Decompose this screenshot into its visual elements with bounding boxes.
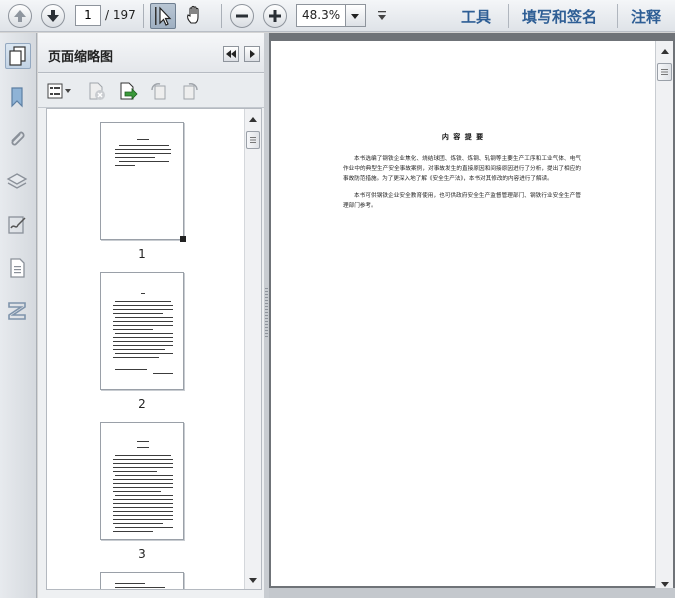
menu-separator [508,4,509,28]
page-total-label: / 197 [105,8,136,22]
panel-options-button[interactable] [244,46,260,62]
document-page[interactable]: 内 容 提 要 本书选编了钢铁企业焦化、烧结球团、炼铁、炼钢、轧钢等主要生产工序… [271,41,655,586]
navigation-pane-icons [0,33,37,598]
scrollbar-thumb[interactable] [246,131,260,149]
toolbar-separator [221,4,222,28]
delete-page-icon [89,82,105,100]
main-toolbar: 1 / 197 48.3% 工具 填写和签名 注释 [0,0,675,32]
zoom-out-icon [236,14,248,18]
arrow-down-icon [47,10,59,22]
insert-page-icon [120,82,138,100]
fill-sign-menu[interactable]: 填写和签名 [522,6,597,27]
document-paragraph: 本书可供钢铁企业安全教育使用，也可供政府安全生产监督管理部门、钢铁行业安全生产管… [343,193,581,209]
scroll-up-icon[interactable] [248,115,258,125]
bookmarks-button[interactable] [5,85,31,111]
signatures-button[interactable] [5,213,31,239]
double-chevron-left-icon [226,50,236,58]
list-options-icon [47,83,71,99]
panel-title: 页面缩略图 [48,50,114,65]
hand-tool-button[interactable] [183,3,209,29]
page-thumbnail[interactable] [100,122,184,240]
select-tool-button[interactable] [150,3,176,29]
page-thumbnail[interactable] [100,272,184,390]
collapse-panel-button[interactable] [223,46,239,62]
zoom-out-button[interactable] [230,4,254,28]
signature-icon [8,216,26,234]
insert-pages-button[interactable] [117,80,139,102]
panel-toolbar [38,74,264,108]
previous-page-button[interactable] [8,4,32,28]
chevron-right-icon [250,50,255,58]
attachments-button[interactable] [5,128,31,154]
layers-button[interactable] [5,170,31,196]
current-page-marker [180,236,186,242]
page-number-input[interactable]: 1 [75,5,101,26]
page-thumbnails-button[interactable] [5,43,31,69]
zoom-dropdown-button[interactable] [346,4,366,27]
chevron-down-icon [378,11,386,20]
rotate-left-icon [151,83,166,100]
content-icon [10,258,25,278]
chevron-down-icon [351,14,359,19]
select-cursor-icon [155,6,172,26]
hand-icon [187,5,199,24]
thumbnail-scrollbar[interactable] [244,109,261,589]
tools-menu[interactable]: 工具 [461,6,491,27]
thumbnails-panel: 页面缩略图 1 2 3 [38,33,264,598]
document-view: 内 容 提 要 本书选编了钢铁企业焦化、烧结球团、炼铁、炼钢、轧钢等主要生产工序… [269,33,675,598]
document-title: 内 容 提 要 [441,132,485,141]
bookmark-icon [11,87,23,108]
layers-icon [6,173,28,189]
thumbnail-label: 3 [138,547,146,561]
menu-separator [617,4,618,28]
delete-pages-button[interactable] [86,80,108,102]
thumbnail-options-button[interactable] [46,80,74,102]
thumbnail-label: 1 [138,247,146,261]
pages-icon [9,46,26,66]
document-scrollbar[interactable] [655,41,673,594]
content-button[interactable] [5,256,31,282]
zoom-in-icon [269,10,281,22]
next-page-button[interactable] [41,4,65,28]
page-thumbnail[interactable] [100,572,184,589]
thumbnail-list[interactable]: 1 2 3 [46,108,262,590]
rotate-right-icon [183,83,198,100]
thumbnail-label: 2 [138,397,146,411]
zoom-in-button[interactable] [263,4,287,28]
zoom-level-input[interactable]: 48.3% [296,4,346,27]
document-paragraph: 本书选编了钢铁企业焦化、烧结球团、炼铁、炼钢、轧钢等主要生产工序和工业气体、电气… [343,156,581,182]
rotate-right-button[interactable] [179,80,201,102]
attachment-icon [11,131,25,146]
tags-icon [8,302,26,320]
scroll-down-icon[interactable] [248,575,258,585]
toolbar-separator [143,4,144,28]
scroll-up-icon[interactable] [660,47,670,57]
rotate-left-button[interactable] [148,80,170,102]
panel-header: 页面缩略图 [38,33,264,73]
tags-button[interactable] [5,299,31,325]
status-strip [269,588,675,598]
scrollbar-thumb[interactable] [657,63,672,81]
comment-menu[interactable]: 注释 [631,6,661,27]
toolbar-more-button[interactable] [376,9,388,23]
arrow-up-icon [14,10,26,22]
page-thumbnail[interactable] [100,422,184,540]
